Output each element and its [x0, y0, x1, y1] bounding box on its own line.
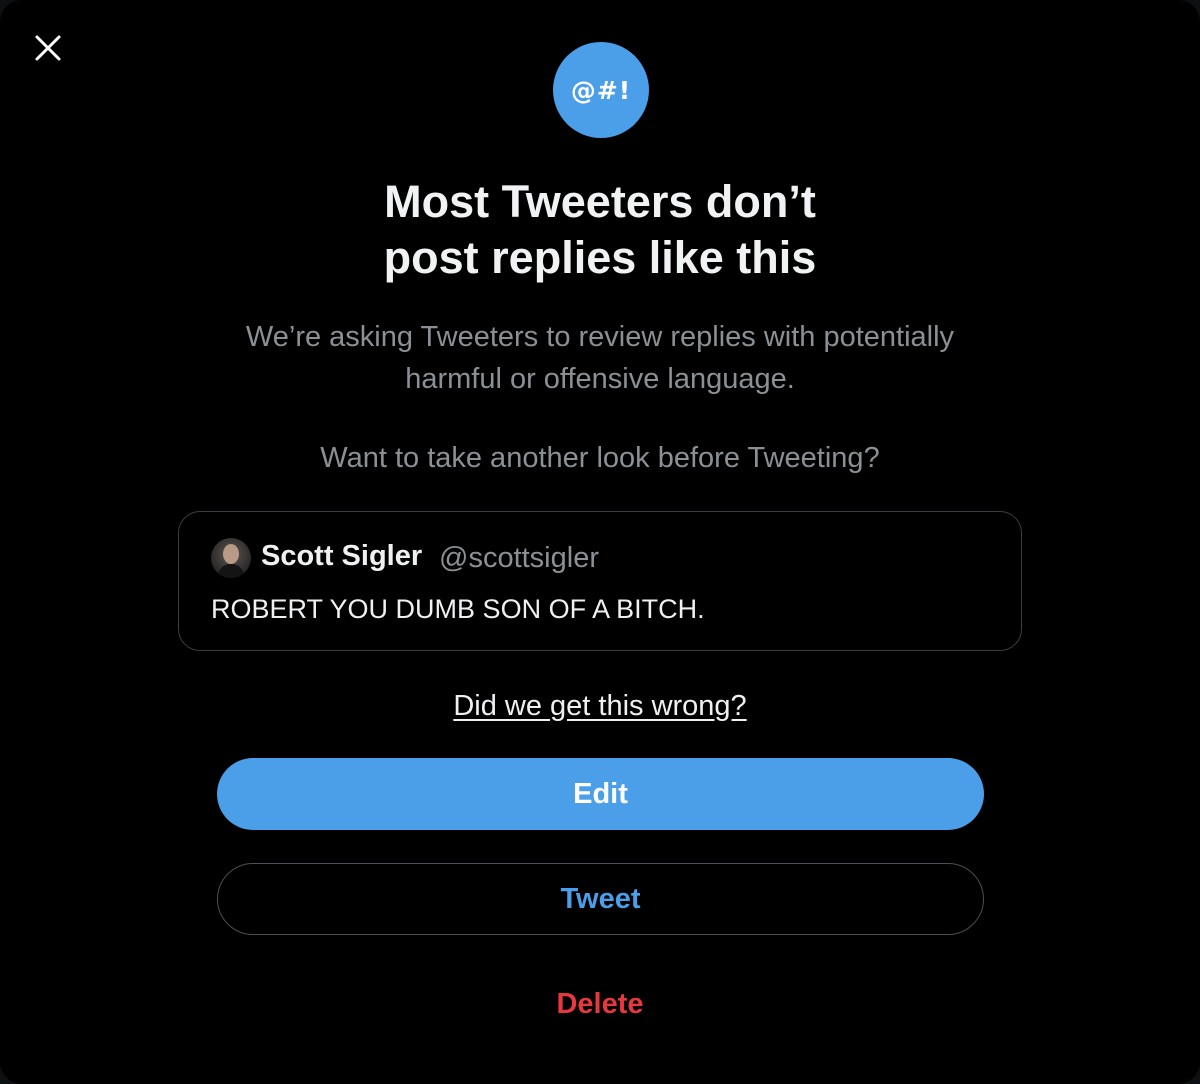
tweet-preview-card: Scott Sigler @scottsigler ROBERT YOU DUM… [178, 511, 1022, 651]
tweet-button[interactable]: Tweet [217, 863, 984, 935]
tweet-text: ROBERT YOU DUMB SON OF A BITCH. [211, 594, 705, 624]
delete-button[interactable]: Delete [450, 984, 750, 1024]
tweet-author-name: Scott Sigler [261, 540, 423, 572]
dialog-description-line-1: We’re asking Tweeters to review replies … [245, 321, 955, 353]
dialog-description: We’re asking Tweeters to review replies … [180, 316, 1020, 400]
dialog-description-line-2: harmful or offensive language. [405, 363, 795, 395]
avatar [211, 538, 251, 578]
dialog-title: Most Tweeters don’t post replies like th… [200, 174, 1000, 286]
offensive-language-badge-icon: @#! [553, 42, 649, 138]
reply-review-dialog: @#! Most Tweeters don’t post replies lik… [0, 0, 1200, 1084]
close-button[interactable] [28, 28, 68, 68]
dialog-title-line-1: Most Tweeters don’t [384, 176, 816, 227]
dialog-title-line-2: post replies like this [383, 232, 817, 283]
edit-button[interactable]: Edit [217, 758, 984, 830]
review-question: Want to take another look before Tweetin… [320, 442, 880, 474]
close-icon [35, 35, 61, 61]
feedback-link[interactable]: Did we get this wrong? [350, 686, 850, 726]
tweet-author-handle: @scottsigler [439, 542, 599, 574]
